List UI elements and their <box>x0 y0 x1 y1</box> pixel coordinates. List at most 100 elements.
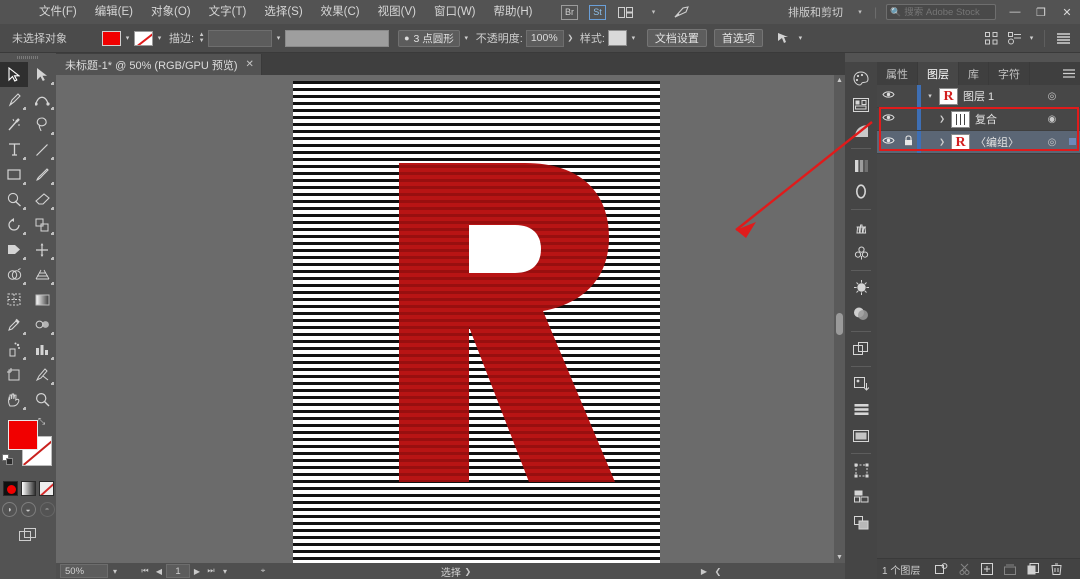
first-artboard-icon[interactable]: ⏮ <box>138 566 152 576</box>
canvas-vertical-scrollbar[interactable]: ▲ ▼ <box>834 75 845 563</box>
paintbrush-tool[interactable] <box>28 162 56 187</box>
draw-inside-icon[interactable]: ◓ <box>39 502 55 517</box>
free-transform-tool[interactable] <box>28 237 56 262</box>
variable-width-profile-field[interactable] <box>285 29 390 47</box>
menu-effect[interactable]: 效果(C) <box>312 0 369 24</box>
gradient-panel-icon[interactable] <box>848 118 874 143</box>
transform-chevron-down-icon[interactable]: ▾ <box>1025 30 1038 46</box>
graphic-style-swatch[interactable] <box>607 30 627 46</box>
tab-layers[interactable]: 图层 <box>918 62 959 85</box>
duplicate-layer-icon[interactable] <box>1023 561 1043 578</box>
line-segment-tool[interactable] <box>28 137 56 162</box>
stroke-weight-input[interactable] <box>208 29 273 47</box>
zoom-chevron-down-icon[interactable]: ▾ <box>108 567 122 576</box>
default-fill-stroke-icon[interactable] <box>2 454 15 467</box>
make-clipping-mask-icon[interactable] <box>954 561 974 578</box>
pathfinder-panel-icon[interactable] <box>848 484 874 509</box>
chevron-down-icon[interactable]: ▾ <box>921 92 939 100</box>
pen-tool[interactable] <box>0 87 28 112</box>
artboards-panel-icon[interactable] <box>848 336 874 361</box>
draw-behind-icon[interactable]: ◒ <box>20 502 36 517</box>
tab-properties[interactable]: 属性 <box>877 62 918 85</box>
hand-tool[interactable] <box>0 387 28 412</box>
table-row[interactable]: ▾ R 图层 1 ◎ <box>877 85 1080 108</box>
opacity-chevron-down-icon[interactable]: ❯ <box>564 30 577 46</box>
layer-name[interactable]: 图层 1 <box>963 88 1040 104</box>
close-icon[interactable]: ✕ <box>246 59 254 70</box>
style-chevron-down-icon[interactable]: ▾ <box>627 30 640 46</box>
bridge-icon[interactable]: Br <box>557 3 581 21</box>
document-setup-button[interactable]: 文档设置 <box>646 29 707 47</box>
tab-libraries[interactable]: 库 <box>959 62 989 85</box>
locate-object-icon[interactable] <box>931 561 951 578</box>
gradient-tool[interactable] <box>28 287 56 312</box>
menu-file[interactable]: 文件(F) <box>30 0 86 24</box>
status-play-icon[interactable]: ▶ <box>697 567 711 576</box>
slice-tool[interactable] <box>28 362 56 387</box>
target-circle-icon[interactable]: ◎ <box>1040 91 1064 102</box>
color-mode-gradient-button[interactable] <box>20 481 36 496</box>
column-graph-tool[interactable] <box>28 337 56 362</box>
width-tool[interactable] <box>0 237 28 262</box>
transform-panel-icon[interactable] <box>848 458 874 483</box>
workspace-switcher-label[interactable]: 排版和剪切 <box>788 4 843 20</box>
layers-thumbnail-panel-icon[interactable] <box>848 423 874 448</box>
chevron-right-icon[interactable]: ❯ <box>933 138 951 146</box>
brushes-panel-icon[interactable] <box>848 214 874 239</box>
menu-object[interactable]: 对象(O) <box>142 0 200 24</box>
stock-icon[interactable]: St <box>585 3 609 21</box>
fill-swatch-large[interactable] <box>8 420 38 450</box>
color-guide-panel-icon[interactable] <box>848 92 874 117</box>
swap-fill-stroke-icon[interactable]: ⤡ <box>38 416 50 428</box>
menu-help[interactable]: 帮助(H) <box>485 0 542 24</box>
arrange-caret-icon[interactable]: ▾ <box>641 3 665 21</box>
align-icon[interactable] <box>981 29 1002 48</box>
fill-color-swatch[interactable] <box>102 30 121 46</box>
opacity-input[interactable]: 100% <box>525 29 564 47</box>
stroke-profile-selector[interactable]: ● 3 点圆形 <box>398 29 460 47</box>
menu-type[interactable]: 文字(T) <box>200 0 256 24</box>
zoom-level-input[interactable]: 50% <box>60 564 108 578</box>
status-chevron-right-icon[interactable]: ❯ <box>461 567 475 576</box>
artboard-navigation-chevron-icon[interactable]: ▾ <box>218 567 232 576</box>
eyedropper-tool[interactable] <box>0 312 28 337</box>
scale-tool[interactable] <box>28 212 56 237</box>
type-tool[interactable] <box>0 137 28 162</box>
layer-rows[interactable]: ▾ R 图层 1 ◎ ❯ 复合 ◉ ❯ R 〈编组〉 ◎ <box>877 85 1080 558</box>
selection-tool[interactable] <box>0 62 28 87</box>
transform-icon[interactable] <box>1004 29 1025 48</box>
document-tab[interactable]: 未标题-1* @ 50% (RGB/GPU 预览) ✕ <box>56 54 262 75</box>
color-mode-none-button[interactable] <box>38 481 54 496</box>
last-artboard-icon[interactable]: ⏭ <box>204 566 218 576</box>
transparency-panel-icon[interactable] <box>848 301 874 326</box>
eye-icon[interactable] <box>877 136 899 148</box>
eye-icon[interactable] <box>877 90 899 102</box>
zoom-tool[interactable] <box>28 387 56 412</box>
panel-menu-icon[interactable] <box>1063 62 1075 85</box>
color-mode-solid-button[interactable] <box>2 481 18 496</box>
magic-wand-tool[interactable] <box>0 112 28 137</box>
perspective-grid-tool[interactable] <box>28 262 56 287</box>
asset-export-panel-icon[interactable] <box>848 371 874 396</box>
change-screen-mode-icon[interactable] <box>17 526 39 543</box>
shaper-tool[interactable] <box>0 187 28 212</box>
graphic-styles-panel-icon[interactable] <box>848 510 874 535</box>
eraser-tool[interactable] <box>28 187 56 212</box>
blend-tool[interactable] <box>28 312 56 337</box>
menu-view[interactable]: 视图(V) <box>369 0 425 24</box>
table-row[interactable]: ❯ R 〈编组〉 ◎ <box>877 131 1080 154</box>
table-row[interactable]: ❯ 复合 ◉ <box>877 108 1080 131</box>
status-indicator-label[interactable]: 选择 <box>441 564 461 579</box>
stroke-weight-chevron-down-icon[interactable]: ▾ <box>272 30 285 46</box>
symbol-sprayer-tool[interactable] <box>0 337 28 362</box>
arrange-documents-icon[interactable] <box>613 3 637 21</box>
menu-edit[interactable]: 编辑(E) <box>86 0 142 24</box>
layer-name[interactable]: 复合 <box>975 111 1040 127</box>
toolbar-drag-handle[interactable] <box>0 53 56 62</box>
direct-selection-tool[interactable] <box>28 62 56 87</box>
shape-builder-tool[interactable] <box>0 262 28 287</box>
status-prev-icon[interactable]: ❮ <box>711 567 725 576</box>
minimize-button[interactable]: — <box>1002 0 1028 24</box>
appearance-panel-icon[interactable] <box>848 275 874 300</box>
preferences-button[interactable]: 首选项 <box>713 29 763 47</box>
